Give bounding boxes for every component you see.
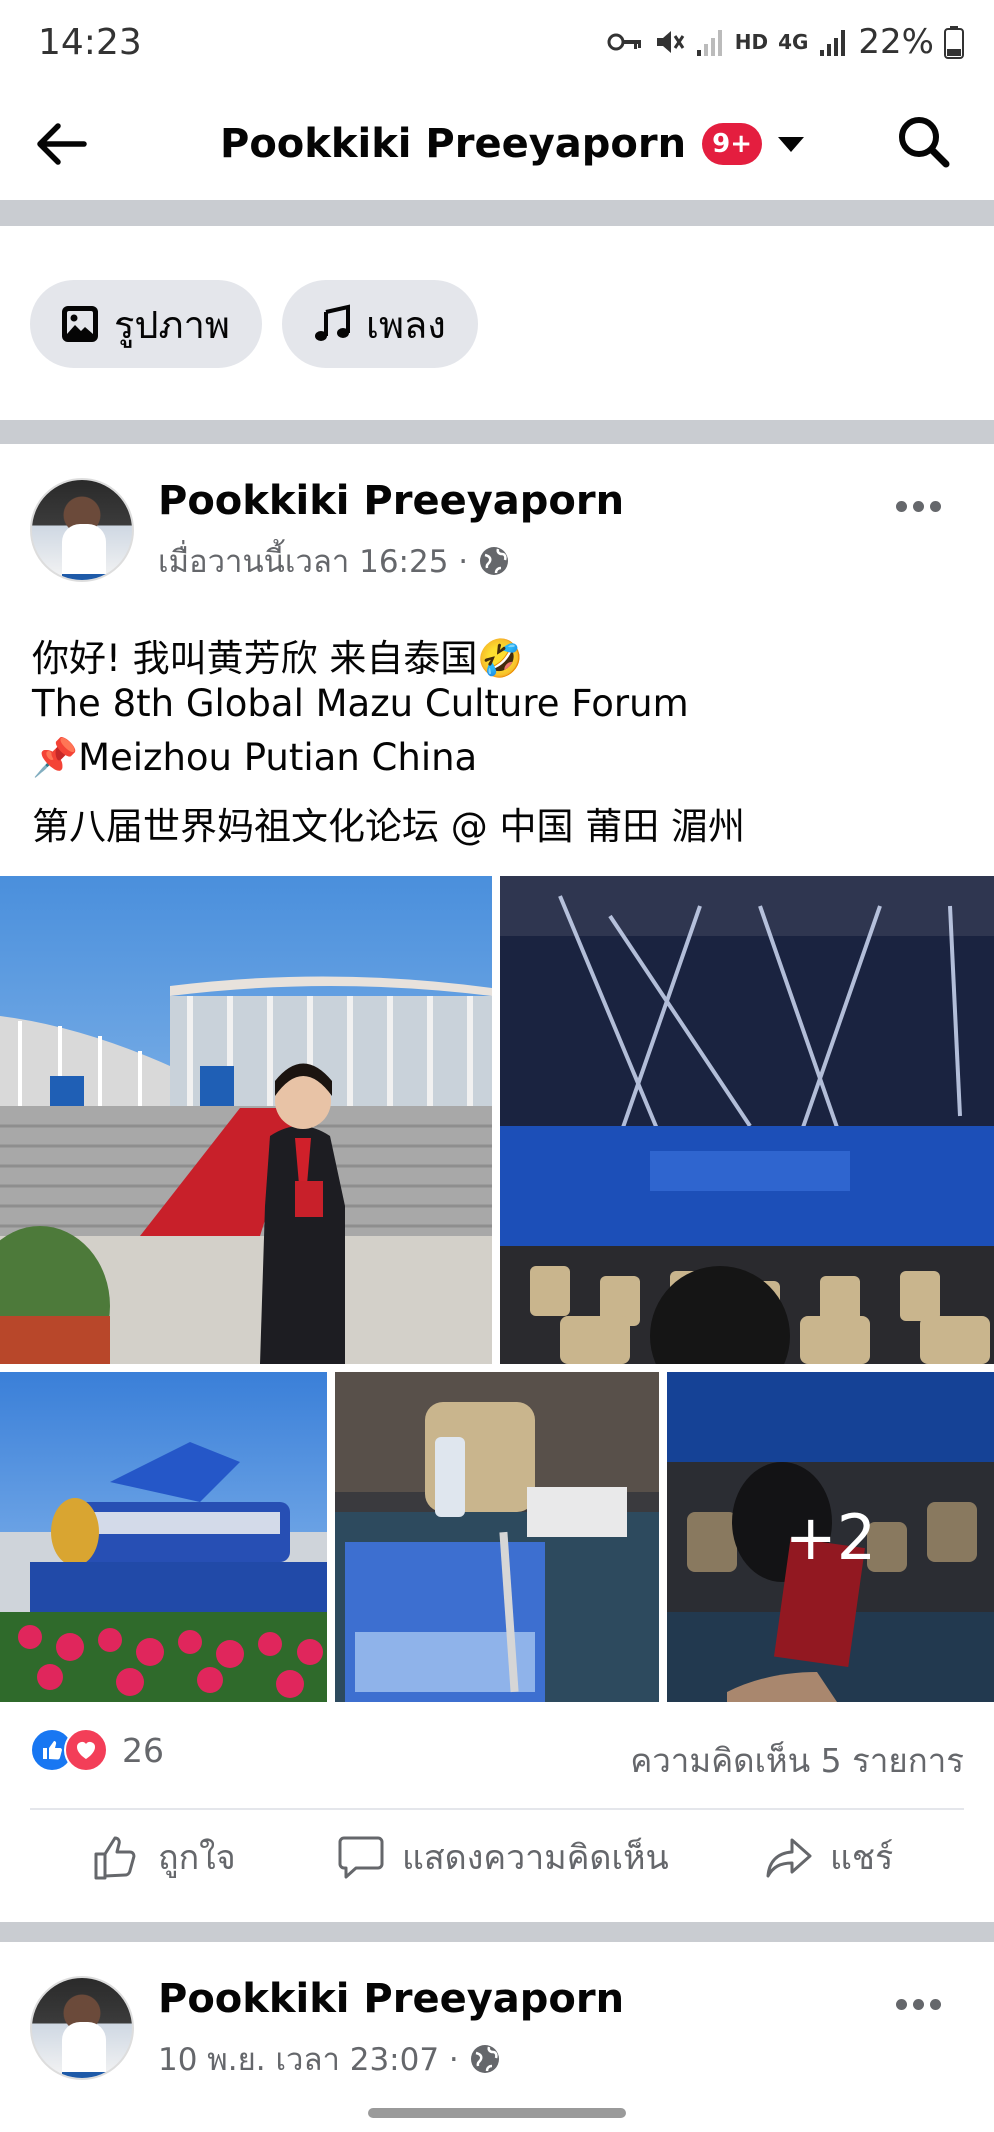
dot-icon <box>913 500 924 512</box>
thumbs-up-icon <box>94 1836 136 1880</box>
love-reaction-icon <box>64 1728 108 1772</box>
more-options-button[interactable] <box>896 1994 946 2014</box>
post-photo-4[interactable] <box>335 1372 659 1702</box>
filter-chip-music[interactable]: เพลง <box>281 280 478 368</box>
comment-button[interactable]: แสดงความคิดเห็น <box>336 1830 669 1884</box>
page-title: Pookkiki Preeyaporn <box>220 121 687 167</box>
home-gesture-handle[interactable] <box>368 2108 626 2118</box>
photo-mazu-sign <box>0 1372 327 1702</box>
separator <box>0 420 994 444</box>
photo-conference-desk <box>335 1372 659 1702</box>
key-icon <box>607 33 641 51</box>
more-photos-overlay[interactable]: +2 <box>667 1372 994 1702</box>
separator <box>0 1922 994 1942</box>
next-post: Pookkiki Preeyaporn 10 พ.ย. เวลา 23:07 · <box>0 1942 994 2092</box>
battery-icon <box>944 26 964 59</box>
photo-forum-stage <box>500 876 994 1364</box>
signal-icon <box>820 30 846 56</box>
reaction-count: 26 <box>122 1730 164 1770</box>
post-text-line: 第八届世界妈祖文化论坛 @ 中国 莆田 湄州 <box>32 805 746 848</box>
post-actions: ถูกใจ แสดงความคิดเห็น แชร์ <box>0 1830 994 1902</box>
post-text-line: 你好! 我叫黄芳欣 来自泰国🤣 <box>32 637 524 680</box>
post-meta: เมื่อวานนี้เวลา 16:25 · <box>158 536 510 586</box>
battery-percent: 22% <box>858 22 934 62</box>
separator <box>0 200 994 226</box>
post-author[interactable]: Pookkiki Preeyaporn <box>158 1976 624 2022</box>
search-button[interactable] <box>894 112 954 172</box>
post-photo-1[interactable] <box>0 876 492 1364</box>
avatar[interactable] <box>30 1976 134 2080</box>
signal-weak-icon <box>696 30 722 56</box>
filter-chip-label: เพลง <box>365 302 446 347</box>
post-timestamp[interactable]: 10 พ.ย. เวลา 23:07 · <box>158 2034 459 2084</box>
filter-chip-label: รูปภาพ <box>114 302 230 347</box>
chevron-down-icon <box>778 136 805 152</box>
post-photo-2[interactable] <box>500 876 994 1364</box>
reactions-summary[interactable]: 26 <box>30 1728 164 1772</box>
search-icon <box>899 117 950 168</box>
comment-bubble-icon <box>338 1836 384 1879</box>
comment-count[interactable]: ความคิดเห็น 5 รายการ <box>630 1734 964 1787</box>
post-photo-3[interactable] <box>0 1372 327 1702</box>
share-label: แชร์ <box>830 1838 894 1878</box>
post-photo-5[interactable]: +2 <box>667 1372 994 1702</box>
dot-icon <box>930 1998 941 2010</box>
photo-icon <box>62 306 98 342</box>
divider <box>30 1808 964 1810</box>
hd-label: HD <box>734 30 769 54</box>
comment-label: แสดงความคิดเห็น <box>402 1838 669 1878</box>
globe-icon <box>480 547 509 575</box>
like-label: ถูกใจ <box>158 1838 236 1878</box>
share-button[interactable]: แชร์ <box>764 1830 893 1884</box>
music-note-icon <box>314 304 350 341</box>
status-bar: 14:23 HD 4G 22% <box>0 0 994 90</box>
status-icons: HD 4G 22% <box>607 22 964 62</box>
dot-icon <box>930 500 941 512</box>
back-button[interactable] <box>32 114 92 174</box>
post-timestamp[interactable]: เมื่อวานนี้เวลา 16:25 · <box>158 536 468 586</box>
photo-venue-exterior <box>0 876 492 1364</box>
post-text-line: The 8th Global Mazu Culture Forum <box>32 682 689 725</box>
more-options-button[interactable] <box>896 496 946 516</box>
back-arrow-icon <box>37 123 87 165</box>
mute-icon <box>656 31 684 53</box>
media-filters: รูปภาพ เพลง <box>30 280 478 368</box>
avatar[interactable] <box>30 478 134 582</box>
app-bar: Pookkiki Preeyaporn 9+ <box>0 90 994 200</box>
share-arrow-icon <box>766 1838 812 1878</box>
profile-title-dropdown[interactable]: Pookkiki Preeyaporn 9+ <box>220 112 805 176</box>
notification-badge: 9+ <box>702 123 763 165</box>
dot-icon <box>913 1998 924 2010</box>
network-type-label: 4G <box>778 30 809 54</box>
status-time: 14:23 <box>38 22 142 63</box>
filter-chip-photos[interactable]: รูปภาพ <box>30 280 262 368</box>
dot-icon <box>896 1998 907 2010</box>
dot-icon <box>896 500 907 512</box>
globe-icon <box>470 2045 499 2073</box>
post-text-line: 📌Meizhou Putian China <box>32 736 478 779</box>
post-author[interactable]: Pookkiki Preeyaporn <box>158 478 624 524</box>
post-meta: 10 พ.ย. เวลา 23:07 · <box>158 2034 501 2084</box>
like-button[interactable]: ถูกใจ <box>92 1830 236 1884</box>
